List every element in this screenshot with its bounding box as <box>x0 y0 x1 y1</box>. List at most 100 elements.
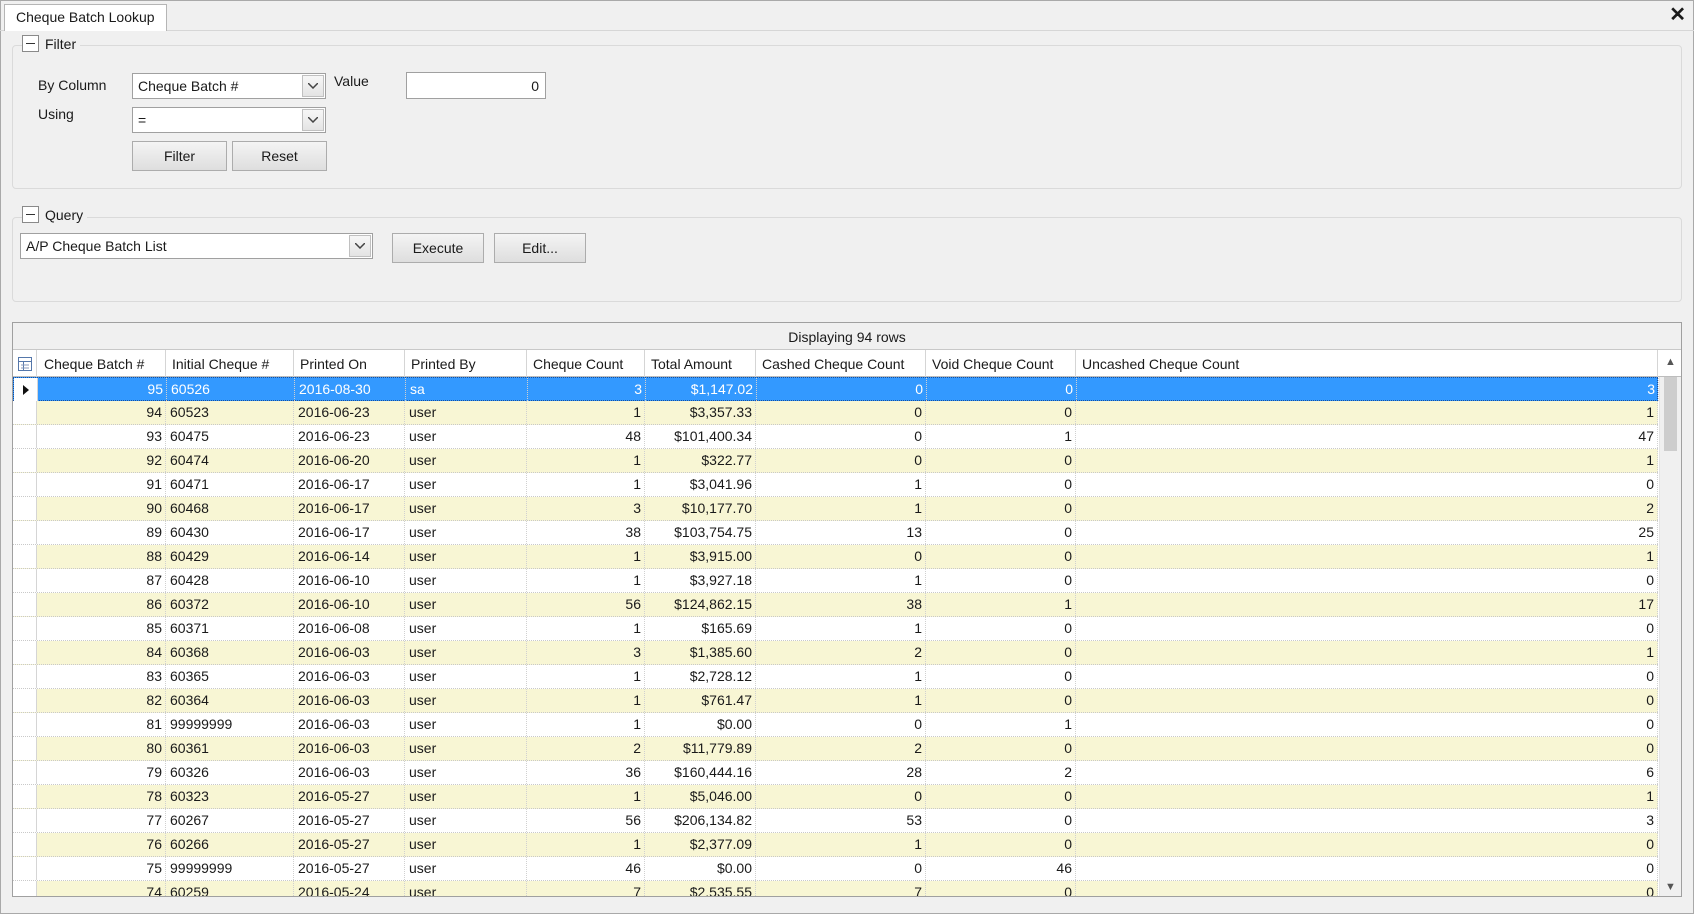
table-row[interactable]: 83 60365 2016-06-03 user 1 $2,728.12 1 0 0 <box>13 665 1658 689</box>
table-row[interactable]: 77 60267 2016-05-27 user 56 $206,134.82 53 0 3 <box>13 809 1658 833</box>
cell-printed-on: 2016-06-23 <box>294 401 405 424</box>
cell-cheque-count: 1 <box>527 713 645 736</box>
scroll-up-icon[interactable]: ▲ <box>1660 349 1681 375</box>
table-row[interactable]: 81 99999999 2016-06-03 user 1 $0.00 0 1 0 <box>13 713 1658 737</box>
cell-total-amount: $11,779.89 <box>645 737 756 760</box>
column-header-void-cheque-count[interactable]: Void Cheque Count <box>926 350 1076 377</box>
row-header[interactable] <box>13 473 37 496</box>
column-header-printed-by[interactable]: Printed By <box>405 350 527 377</box>
execute-button[interactable]: Execute <box>392 233 484 263</box>
scroll-thumb[interactable] <box>1664 377 1677 451</box>
table-row[interactable]: 94 60523 2016-06-23 user 1 $3,357.33 0 0 1 <box>13 401 1658 425</box>
table-row[interactable]: 95 60526 2016-08-30 sa 3 $1,147.02 0 0 3 <box>13 377 1659 401</box>
cell-cheque-batch: 87 <box>38 569 166 592</box>
cell-cashed-cheque-count: 1 <box>756 617 926 640</box>
scroll-down-icon[interactable]: ▼ <box>1660 878 1681 896</box>
column-header-total-amount[interactable]: Total Amount <box>645 350 756 377</box>
cell-cheque-count: 46 <box>527 857 645 880</box>
row-header[interactable] <box>13 761 37 784</box>
table-row[interactable]: 78 60323 2016-05-27 user 1 $5,046.00 0 0 1 <box>13 785 1658 809</box>
row-header[interactable] <box>13 521 37 544</box>
row-header[interactable] <box>13 425 37 448</box>
row-header[interactable] <box>13 881 37 896</box>
cell-uncashed-cheque-count: 0 <box>1076 881 1658 896</box>
table-row[interactable]: 82 60364 2016-06-03 user 1 $761.47 1 0 0 <box>13 689 1658 713</box>
row-header[interactable] <box>13 809 37 832</box>
chevron-down-icon[interactable] <box>302 109 324 131</box>
row-header[interactable] <box>13 569 37 592</box>
table-row[interactable]: 87 60428 2016-06-10 user 1 $3,927.18 1 0 0 <box>13 569 1658 593</box>
cell-initial-cheque: 99999999 <box>166 857 294 880</box>
table-row[interactable]: 89 60430 2016-06-17 user 38 $103,754.75 13 0 25 <box>13 521 1658 545</box>
table-row[interactable]: 84 60368 2016-06-03 user 3 $1,385.60 2 0 1 <box>13 641 1658 665</box>
table-row[interactable]: 92 60474 2016-06-20 user 1 $322.77 0 0 1 <box>13 449 1658 473</box>
filter-group-header: Filter <box>22 35 81 52</box>
row-header[interactable] <box>13 857 37 880</box>
row-header[interactable] <box>13 401 37 424</box>
table-row[interactable]: 75 99999999 2016-05-27 user 46 $0.00 0 46 0 <box>13 857 1658 881</box>
column-header-printed-on[interactable]: Printed On <box>294 350 405 377</box>
query-select[interactable]: A/P Cheque Batch List <box>20 233 373 259</box>
table-row[interactable]: 76 60266 2016-05-27 user 1 $2,377.09 1 0 0 <box>13 833 1658 857</box>
row-header[interactable] <box>13 833 37 856</box>
table-row[interactable]: 74 60259 2016-05-24 user 7 $2,535.55 7 0 0 <box>13 881 1658 896</box>
table-row[interactable]: 88 60429 2016-06-14 user 1 $3,915.00 0 0 1 <box>13 545 1658 569</box>
row-header[interactable] <box>13 449 37 472</box>
using-select[interactable]: = <box>132 107 326 133</box>
row-header[interactable] <box>13 593 37 616</box>
column-header-cheque-batch[interactable]: Cheque Batch # <box>38 350 166 377</box>
table-row[interactable]: 79 60326 2016-06-03 user 36 $160,444.16 28 2 6 <box>13 761 1658 785</box>
tab-cheque-batch-lookup[interactable]: Cheque Batch Lookup <box>4 4 167 31</box>
chevron-down-icon[interactable] <box>302 75 324 97</box>
query-collapse-button[interactable] <box>22 206 39 223</box>
reset-button[interactable]: Reset <box>232 141 327 171</box>
table-row[interactable]: 90 60468 2016-06-17 user 3 $10,177.70 1 0 2 <box>13 497 1658 521</box>
filter-button[interactable]: Filter <box>132 141 227 171</box>
query-title: Query <box>45 206 84 223</box>
table-row[interactable]: 85 60371 2016-06-08 user 1 $165.69 1 0 0 <box>13 617 1658 641</box>
table-row[interactable]: 86 60372 2016-06-10 user 56 $124,862.15 38 1 17 <box>13 593 1658 617</box>
close-icon[interactable]: ✕ <box>1669 3 1686 27</box>
table-row[interactable]: 91 60471 2016-06-17 user 1 $3,041.96 1 0 0 <box>13 473 1658 497</box>
cell-printed-on: 2016-05-27 <box>294 857 405 880</box>
filter-collapse-button[interactable] <box>22 35 39 52</box>
by-column-select[interactable]: Cheque Batch # <box>132 73 326 99</box>
row-header[interactable] <box>13 689 37 712</box>
column-chooser-icon[interactable] <box>13 350 37 377</box>
value-input[interactable]: 0 <box>406 72 546 99</box>
cell-printed-by: user <box>405 569 527 592</box>
row-header[interactable] <box>13 713 37 736</box>
row-header[interactable] <box>13 641 37 664</box>
table-row[interactable]: 93 60475 2016-06-23 user 48 $101,400.34 0 1 47 <box>13 425 1658 449</box>
cell-cheque-batch: 95 <box>39 378 167 401</box>
cheque-batch-grid[interactable]: Displaying 94 rows Cheque Batch # Initial… <box>12 322 1682 897</box>
cell-initial-cheque: 60372 <box>166 593 294 616</box>
row-header[interactable] <box>13 497 37 520</box>
cell-cheque-batch: 82 <box>38 689 166 712</box>
cell-initial-cheque: 60365 <box>166 665 294 688</box>
column-header-cheque-count[interactable]: Cheque Count <box>527 350 645 377</box>
cell-initial-cheque: 60474 <box>166 449 294 472</box>
row-header[interactable] <box>13 785 37 808</box>
cell-void-cheque-count: 0 <box>926 545 1076 568</box>
row-header[interactable] <box>13 617 37 640</box>
cell-printed-on: 2016-06-10 <box>294 593 405 616</box>
cell-total-amount: $206,134.82 <box>645 809 756 832</box>
vertical-scrollbar[interactable]: ▲ ▼ <box>1659 356 1681 896</box>
edit-button[interactable]: Edit... <box>494 233 586 263</box>
row-header[interactable] <box>13 545 37 568</box>
cell-cashed-cheque-count: 2 <box>756 641 926 664</box>
chevron-down-icon[interactable] <box>349 235 371 257</box>
column-header-uncashed-cheque-count[interactable]: Uncashed Cheque Count <box>1076 350 1658 377</box>
row-header[interactable] <box>13 665 37 688</box>
cell-void-cheque-count: 46 <box>926 857 1076 880</box>
table-row[interactable]: 80 60361 2016-06-03 user 2 $11,779.89 2 0 0 <box>13 737 1658 761</box>
row-header[interactable] <box>13 737 37 760</box>
row-pointer-icon[interactable] <box>14 378 38 401</box>
column-header-initial-cheque[interactable]: Initial Cheque # <box>166 350 294 377</box>
cell-printed-by: user <box>405 473 527 496</box>
cell-total-amount: $0.00 <box>645 857 756 880</box>
cell-cheque-batch: 93 <box>38 425 166 448</box>
column-header-cashed-cheque-count[interactable]: Cashed Cheque Count <box>756 350 926 377</box>
cell-cashed-cheque-count: 1 <box>756 689 926 712</box>
